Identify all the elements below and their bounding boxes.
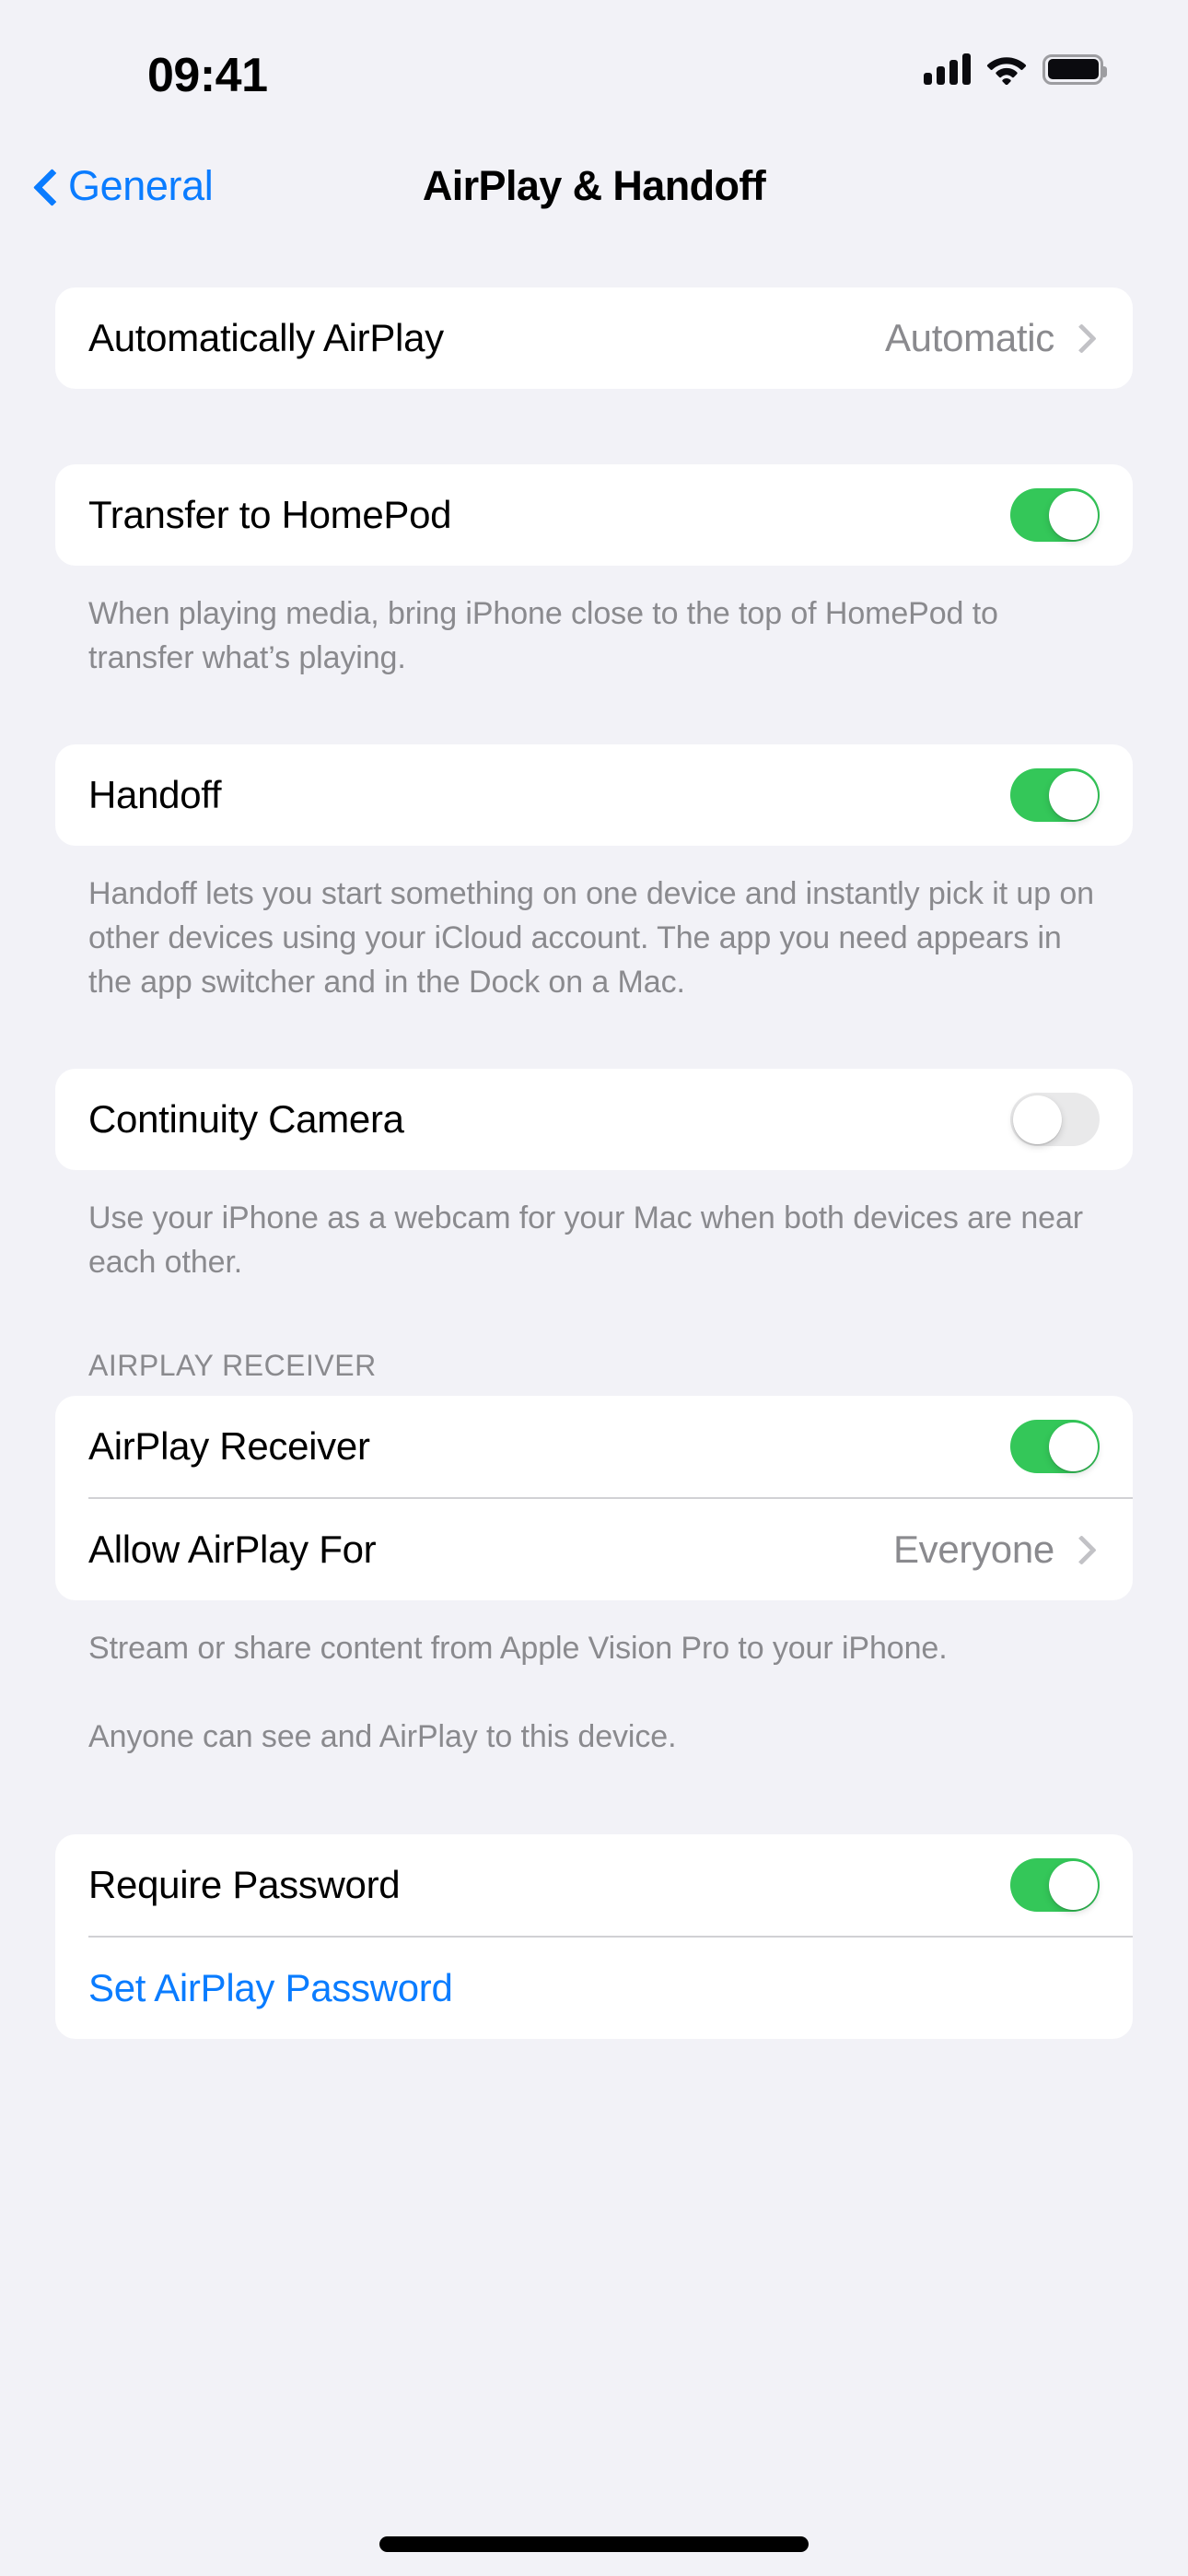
footer-paragraph: Use your iPhone as a webcam for your Mac…: [88, 1200, 1083, 1280]
row-transfer-to-homepod: Transfer to HomePod: [55, 464, 1133, 566]
row-label: Allow AirPlay For: [88, 1528, 377, 1571]
row-require-password: Require Password: [55, 1834, 1133, 1936]
footer-paragraph: Stream or share content from Apple Visio…: [88, 1631, 948, 1666]
chevron-right-icon: [1066, 1534, 1097, 1565]
row-continuity-camera: Continuity Camera: [55, 1069, 1133, 1170]
set-airplay-password-link: Set AirPlay Password: [88, 1966, 453, 2009]
row-automatically-airplay[interactable]: Automatically AirPlay Automatic: [55, 287, 1133, 389]
footer-transfer-to-homepod: When playing media, bring iPhone close t…: [55, 566, 1133, 680]
toggle-knob: [1048, 1860, 1098, 1910]
settings-list: Automatically AirPlay Automatic Transfer…: [0, 234, 1188, 2039]
footer-paragraph: Handoff lets you start something on one …: [88, 876, 1094, 1000]
footer-continuity-camera: Use your iPhone as a webcam for your Mac…: [55, 1170, 1133, 1284]
footer-handoff: Handoff lets you start something on one …: [55, 846, 1133, 1004]
section-header-airplay-receiver: AIRPLAY RECEIVER: [88, 1349, 377, 1382]
group-continuity-camera: Continuity Camera: [55, 1069, 1133, 1170]
row-allow-airplay-for[interactable]: Allow AirPlay For Everyone: [55, 1499, 1133, 1600]
row-label: Continuity Camera: [88, 1097, 404, 1141]
footer-paragraph: Anyone can see and AirPlay to this devic…: [88, 1719, 677, 1754]
group-automatically-airplay: Automatically AirPlay Automatic: [55, 287, 1133, 389]
row-label: Transfer to HomePod: [88, 493, 452, 536]
group-require-password: Require Password Set AirPlay Password: [55, 1834, 1133, 2039]
row-airplay-receiver: AirPlay Receiver: [55, 1396, 1133, 1497]
toggle-handoff[interactable]: [1010, 768, 1100, 822]
row-label: AirPlay Receiver: [88, 1424, 370, 1468]
toggle-knob: [1048, 1422, 1098, 1471]
home-indicator: [379, 2536, 809, 2552]
navigation-bar: General AirPlay & Handoff: [0, 138, 1188, 234]
row-set-airplay-password[interactable]: Set AirPlay Password: [55, 1938, 1133, 2039]
toggle-knob: [1048, 770, 1098, 820]
group-transfer-to-homepod: Transfer to HomePod: [55, 464, 1133, 566]
page-title: AirPlay & Handoff: [422, 162, 766, 209]
row-label: Handoff: [88, 773, 222, 816]
toggle-require-password[interactable]: [1010, 1858, 1100, 1912]
status-bar-icons: [924, 53, 1107, 85]
footer-paragraph: When playing media, bring iPhone close t…: [88, 596, 998, 675]
row-value: Automatic: [884, 316, 1054, 359]
toggle-continuity-camera[interactable]: [1010, 1093, 1100, 1146]
row-handoff: Handoff: [55, 744, 1133, 846]
wifi-icon: [986, 57, 1027, 85]
group-handoff: Handoff: [55, 744, 1133, 846]
row-label: Automatically AirPlay: [88, 316, 444, 359]
group-airplay-receiver: AirPlay Receiver Allow AirPlay For Every…: [55, 1396, 1133, 1600]
row-label: Require Password: [88, 1863, 401, 1906]
toggle-knob: [1048, 490, 1098, 540]
cellular-bars-icon: [924, 53, 971, 85]
row-value: Everyone: [892, 1528, 1054, 1571]
status-bar: 09:41: [0, 0, 1188, 138]
toggle-transfer-to-homepod[interactable]: [1010, 488, 1100, 542]
toggle-airplay-receiver[interactable]: [1010, 1420, 1100, 1473]
toggle-knob: [1012, 1095, 1062, 1144]
chevron-right-icon: [1066, 322, 1097, 354]
footer-airplay-receiver: Stream or share content from Apple Visio…: [55, 1600, 1133, 1759]
battery-full-icon: [1042, 53, 1107, 85]
